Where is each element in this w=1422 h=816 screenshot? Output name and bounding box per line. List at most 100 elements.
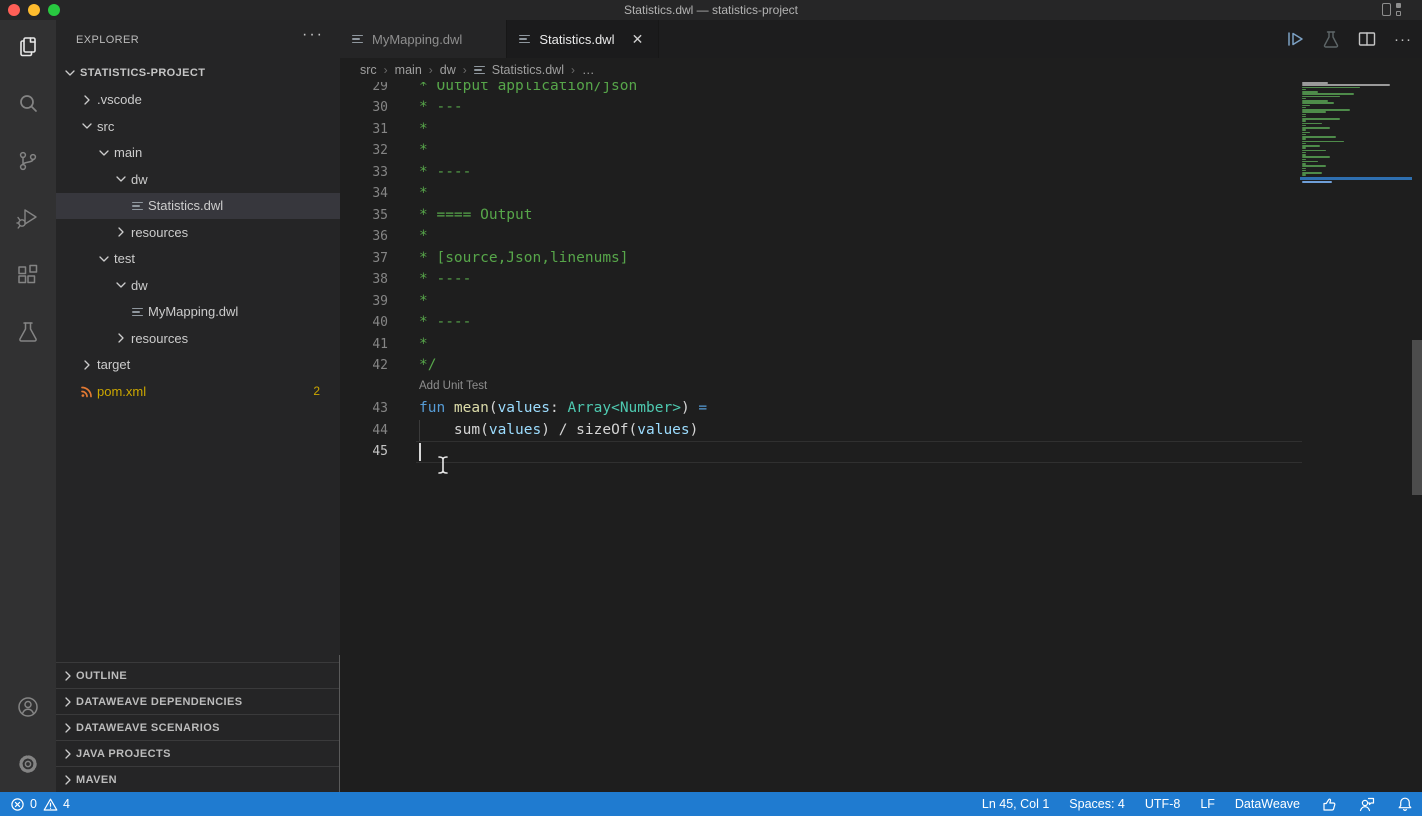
code-line-45[interactable]: 45 — [340, 82, 1422, 104]
tab-statistics-dwl[interactable]: Statistics.dwl✕ — [507, 20, 659, 58]
layout-control-icon[interactable] — [1382, 3, 1408, 17]
tree-item-dw[interactable]: dw — [56, 272, 340, 299]
activity-bar-testing-icon[interactable] — [0, 308, 56, 356]
tree-item-label: MyMapping.dwl — [148, 304, 238, 319]
sidebar-section-maven[interactable]: MAVEN — [56, 766, 340, 792]
line-number: 41 — [340, 334, 388, 356]
editor-scrollbar-thumb[interactable] — [1412, 340, 1422, 495]
tree-item-statistics-dwl[interactable]: Statistics.dwl — [56, 193, 340, 220]
chevron-right-icon — [60, 746, 76, 762]
editor-group: MyMapping.dwlStatistics.dwl✕ ··· src›mai… — [340, 20, 1422, 792]
tree-item-label: STATISTICS-PROJECT — [80, 67, 205, 79]
tree-item-src[interactable]: src — [56, 113, 340, 140]
dwl-file-icon — [132, 308, 144, 317]
tree-item-test[interactable]: test — [56, 246, 340, 273]
breadcrumb: src›main›dw›Statistics.dwl›… — [340, 58, 1422, 82]
more-actions-icon[interactable]: ··· — [1392, 28, 1414, 50]
line-number: 35 — [340, 205, 388, 227]
section-label: JAVA PROJECTS — [76, 748, 171, 760]
tab-bar: MyMapping.dwlStatistics.dwl✕ ··· — [340, 20, 1422, 58]
error-icon — [10, 797, 25, 812]
tree-item-resources[interactable]: resources — [56, 325, 340, 352]
status-eol[interactable]: LF — [1200, 797, 1215, 811]
codelens-add-unit-test[interactable]: Add Unit Test — [419, 380, 487, 392]
sidebar-section-outline[interactable]: OUTLINE — [56, 662, 340, 688]
chevron-right-icon — [60, 720, 76, 736]
tree-item-target[interactable]: target — [56, 352, 340, 379]
minimap[interactable] — [1300, 82, 1412, 192]
activity-bar-accounts-icon[interactable] — [0, 683, 56, 731]
breadcrumb-item-dw[interactable]: dw — [440, 63, 456, 77]
explorer-more-actions-button[interactable]: ··· — [302, 26, 324, 44]
tree-item-label: resources — [131, 225, 188, 240]
breadcrumb-item-statistics-dwl[interactable]: Statistics.dwl — [474, 63, 564, 77]
explorer-sidebar: EXPLORER ··· STATISTICS-PROJECT .vscode sr… — [56, 20, 340, 792]
tree-item-resources[interactable]: resources — [56, 219, 340, 246]
breadcrumb-separator: › — [571, 63, 575, 77]
tree-item-main[interactable]: main — [56, 140, 340, 167]
dwl-file-icon — [474, 66, 486, 75]
activity-bar-explorer-icon[interactable] — [0, 23, 56, 71]
thumbs-up-icon[interactable] — [1320, 795, 1338, 813]
line-number: 45 — [340, 441, 388, 463]
tree-item-pom-xml[interactable]: pom.xml 2 — [56, 378, 340, 405]
tree-item-label: target — [97, 357, 130, 372]
test-flask-icon[interactable] — [1320, 28, 1342, 50]
tree-item-label: test — [114, 251, 135, 266]
tree-item--vscode[interactable]: .vscode — [56, 87, 340, 114]
status-indentation[interactable]: Spaces: 4 — [1069, 797, 1125, 811]
activity-bar-settings-icon[interactable] — [0, 740, 56, 788]
dwl-file-icon — [352, 35, 364, 44]
sidebar-section-java-projects[interactable]: JAVA PROJECTS — [56, 740, 340, 766]
line-number: 44 — [340, 420, 388, 442]
tree-item-mymapping-dwl[interactable]: MyMapping.dwl — [56, 299, 340, 326]
code-editor[interactable]: 29* Output application/json30* ---31*32*… — [340, 82, 1422, 792]
breadcrumb-item-main[interactable]: main — [395, 63, 422, 77]
problems-badge: 2 — [313, 384, 320, 398]
status-cursor-position[interactable]: Ln 45, Col 1 — [982, 797, 1049, 811]
sidebar-section-dataweave-scenarios[interactable]: DATAWEAVE SCENARIOS — [56, 714, 340, 740]
sidebar-section-dataweave-dependencies[interactable]: DATAWEAVE DEPENDENCIES — [56, 688, 340, 714]
person-feedback-icon[interactable] — [1358, 795, 1376, 813]
ibeam-mouse-cursor — [436, 455, 450, 475]
sidebar-header: EXPLORER ··· — [56, 20, 340, 60]
problems-warning-indicator[interactable]: 4 — [43, 797, 70, 812]
activity-bar-extensions-icon[interactable] — [0, 251, 56, 299]
line-number: 32 — [340, 140, 388, 162]
status-language-mode[interactable]: DataWeave — [1235, 797, 1300, 811]
tree-item-label: main — [114, 145, 142, 160]
status-bar: 04 Ln 45, Col 1 Spaces: 4 UTF-8 LF DataWeave — [0, 792, 1422, 816]
close-tab-icon[interactable]: ✕ — [628, 31, 646, 48]
chevron-down-icon — [62, 65, 78, 81]
breadcrumb-item-src[interactable]: src — [360, 63, 377, 77]
breadcrumb-item--[interactable]: … — [582, 63, 595, 77]
problems-error-indicator[interactable]: 0 — [10, 797, 37, 812]
chevron-right-icon — [60, 694, 76, 710]
tree-item-statistics-project[interactable]: STATISTICS-PROJECT — [56, 60, 340, 87]
tab-mymapping-dwl[interactable]: MyMapping.dwl — [340, 20, 507, 58]
activity-bar-source-control-icon[interactable] — [0, 137, 56, 185]
line-number: 37 — [340, 248, 388, 270]
activity-bar-search-icon[interactable] — [0, 80, 56, 128]
tree-item-label: pom.xml — [97, 384, 146, 399]
tree-item-label: dw — [131, 278, 148, 293]
activity-bar-run-debug-icon[interactable] — [0, 194, 56, 242]
chevron-right-icon — [113, 224, 129, 240]
bell-icon[interactable] — [1396, 795, 1414, 813]
text-caret — [419, 443, 421, 461]
vscode-window: Statistics.dwl — statistics-project EXPL… — [0, 0, 1422, 816]
line-number: 38 — [340, 269, 388, 291]
tree-item-dw[interactable]: dw — [56, 166, 340, 193]
warning-icon — [43, 797, 58, 812]
run-preview-icon[interactable] — [1284, 28, 1306, 50]
sidebar-sections: OUTLINE DATAWEAVE DEPENDENCIESDATAWEAVE S… — [56, 662, 340, 792]
chevron-down-icon — [96, 145, 112, 161]
line-number: 43 — [340, 398, 388, 420]
split-editor-icon[interactable] — [1356, 28, 1378, 50]
status-encoding[interactable]: UTF-8 — [1145, 797, 1180, 811]
section-label: OUTLINE — [76, 670, 127, 682]
breadcrumb-separator: › — [384, 63, 388, 77]
tree-item-label: src — [97, 119, 114, 134]
file-tree: STATISTICS-PROJECT.vscodesrcmaindwStatis… — [56, 60, 340, 405]
chevron-down-icon — [113, 171, 129, 187]
